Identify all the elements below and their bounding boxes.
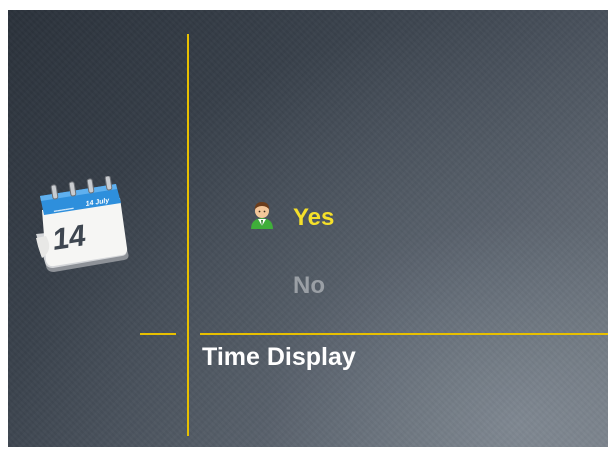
horizontal-divider-left [140,333,176,335]
settings-screen: 14 July ▬▬▬▬▬ 14 Yes No Time Display [8,10,608,447]
horizontal-divider-right [200,333,608,335]
page-title: Time Display [202,343,356,371]
option-yes[interactable]: Yes [293,204,334,232]
user-icon [251,202,273,229]
option-no[interactable]: No [293,272,325,300]
calendar-day-label: 14 [50,219,88,257]
calendar-icon: 14 July ▬▬▬▬▬ 14 [36,176,129,272]
vertical-divider [187,34,189,436]
